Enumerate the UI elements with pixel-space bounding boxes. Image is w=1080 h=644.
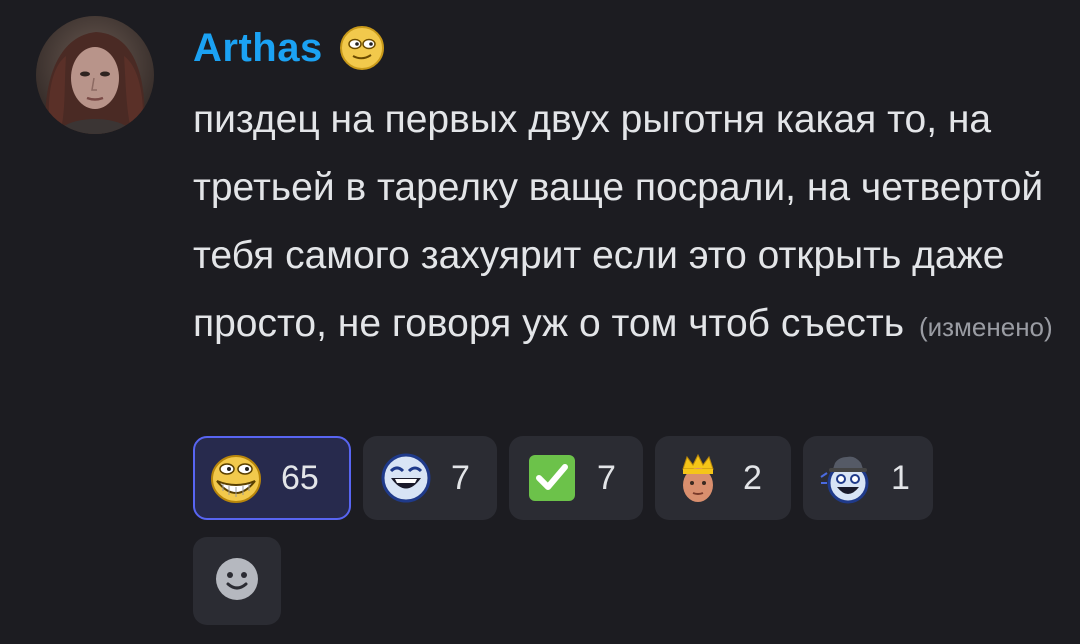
reaction-count: 7 bbox=[597, 458, 616, 497]
message-content: Arthas пиздец на первых двух рыготня как… bbox=[193, 20, 1063, 361]
reaction-count: 65 bbox=[281, 458, 319, 497]
green-check-icon bbox=[525, 451, 579, 505]
hat-laughing-face-icon bbox=[819, 451, 873, 505]
meme-face-icon bbox=[339, 25, 385, 71]
reaction-hat-laughing[interactable]: 1 bbox=[803, 436, 933, 520]
reactions-bar: 65 7 7 2 1 bbox=[193, 436, 933, 520]
reaction-count: 1 bbox=[891, 458, 910, 497]
reaction-count: 2 bbox=[743, 458, 762, 497]
reaction-count: 7 bbox=[451, 458, 470, 497]
grinning-troll-face-icon bbox=[209, 451, 263, 505]
username[interactable]: Arthas bbox=[193, 26, 323, 71]
message-text: пиздец на первых двух рыготня какая то, … bbox=[193, 86, 1053, 361]
reaction-laughing-blue[interactable]: 7 bbox=[363, 436, 497, 520]
edited-label: (изменено) bbox=[918, 312, 1053, 342]
add-reaction-button[interactable] bbox=[193, 537, 281, 625]
author-line: Arthas bbox=[193, 20, 1063, 76]
reaction-green-check[interactable]: 7 bbox=[509, 436, 643, 520]
crowned-man-icon bbox=[671, 451, 725, 505]
message-body: пиздец на первых двух рыготня какая то, … bbox=[193, 98, 1044, 345]
reaction-grinning-troll[interactable]: 65 bbox=[193, 436, 351, 520]
smiley-add-reaction-icon bbox=[213, 555, 261, 608]
avatar[interactable] bbox=[36, 16, 154, 134]
reaction-crowned-man[interactable]: 2 bbox=[655, 436, 791, 520]
laughing-blue-face-icon bbox=[379, 451, 433, 505]
